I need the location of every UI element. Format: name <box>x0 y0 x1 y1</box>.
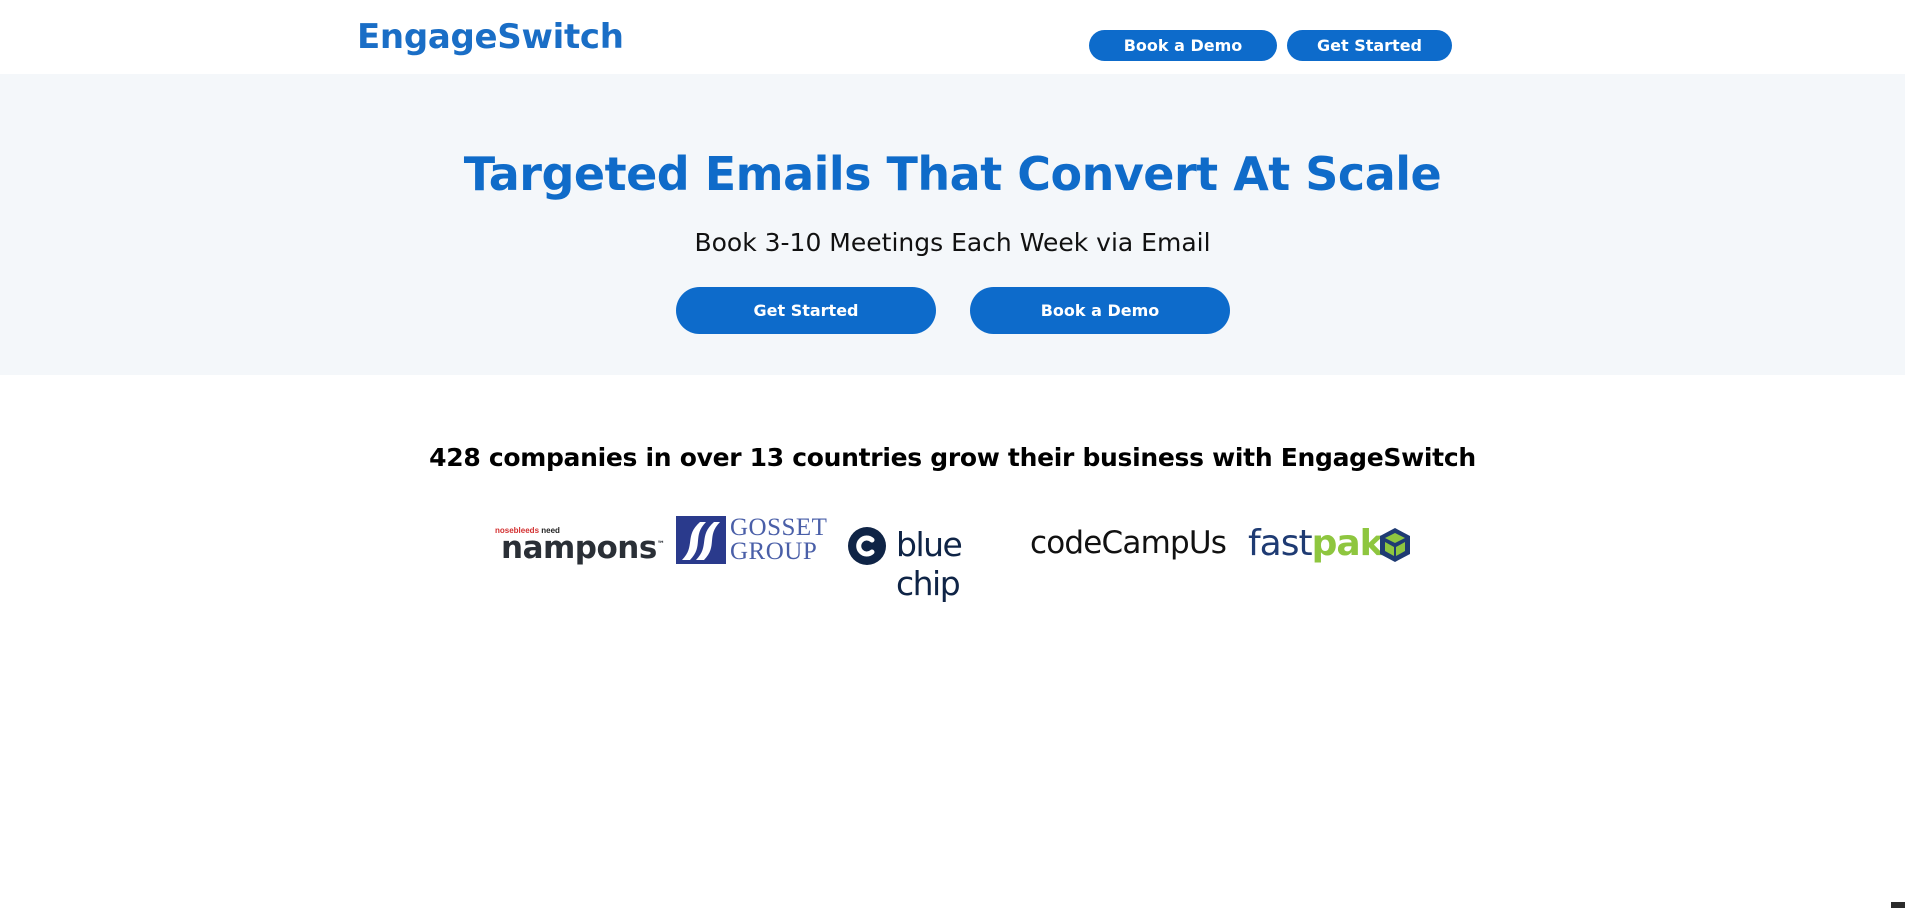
hero-subtitle: Book 3-10 Meetings Each Week via Email <box>694 228 1211 257</box>
nav-book-demo-button[interactable]: Book a Demo <box>1089 30 1277 61</box>
social-proof-headline: 428 companies in over 13 countries grow … <box>429 443 1476 472</box>
hero-book-demo-button[interactable]: Book a Demo <box>970 287 1230 334</box>
gosset-group-logo: GOSSET GROUP <box>676 510 828 570</box>
codecampus-logo: codeCampUs <box>1030 510 1230 570</box>
corner-widget[interactable] <box>1891 902 1905 908</box>
client-logos-row: nosebleeds need nampons™ GOSSET GROUP bl… <box>0 510 1905 603</box>
bluechip-wordmark: blue chip <box>896 525 963 603</box>
hero-title: Targeted Emails That Convert At Scale <box>463 147 1442 201</box>
site-header: EngageSwitch Book a Demo Get Started <box>0 0 1905 74</box>
nampons-logo: nosebleeds need nampons™ <box>495 510 665 570</box>
nampons-trademark: ™ <box>656 539 665 549</box>
gosset-wordmark: GOSSET GROUP <box>730 514 828 565</box>
bluechip-c-icon <box>848 527 886 565</box>
hero-section: Targeted Emails That Convert At Scale Bo… <box>0 74 1905 375</box>
nav-get-started-button[interactable]: Get Started <box>1287 30 1452 61</box>
fastpak-part2: pak <box>1311 523 1384 564</box>
nampons-wordmark: nampons™ <box>501 530 665 566</box>
gosset-line1: GOSSET <box>730 514 828 541</box>
fastpak-wordmark: fastpak <box>1248 523 1384 564</box>
fastpak-logo: fastpak <box>1248 510 1418 570</box>
fastpak-part1: fast <box>1248 523 1313 564</box>
hero-get-started-button[interactable]: Get Started <box>676 287 936 334</box>
fastpak-box-icon <box>1380 528 1410 562</box>
gosset-wave-icon <box>676 516 726 564</box>
nampons-name: nampons <box>501 530 657 566</box>
gosset-line2: GROUP <box>730 538 818 565</box>
codecampus-wordmark: codeCampUs <box>1030 525 1227 561</box>
brand-logo[interactable]: EngageSwitch <box>357 17 624 57</box>
bluechip-logo: blue chip <box>848 510 1028 603</box>
page: EngageSwitch Book a Demo Get Started Tar… <box>0 0 1905 908</box>
